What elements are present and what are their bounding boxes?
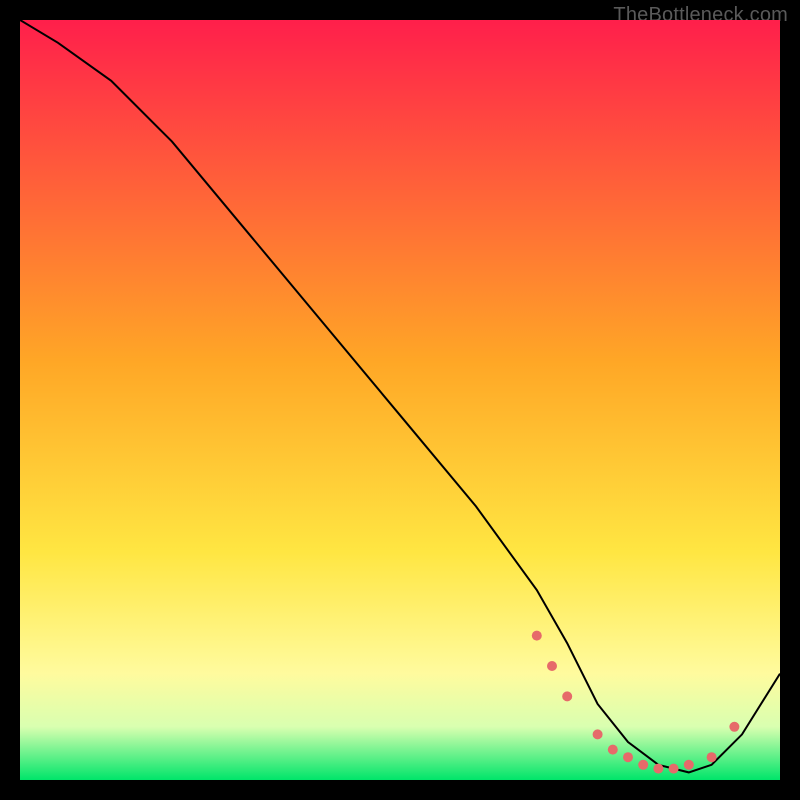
gradient-background: [20, 20, 780, 780]
highlight-point: [623, 752, 633, 762]
highlight-point: [729, 722, 739, 732]
highlight-point: [707, 752, 717, 762]
highlight-point: [684, 760, 694, 770]
chart-frame: TheBottleneck.com: [0, 0, 800, 800]
highlight-point: [638, 760, 648, 770]
highlight-point: [532, 631, 542, 641]
highlight-point: [608, 745, 618, 755]
highlight-point: [653, 764, 663, 774]
plot-svg: [20, 20, 780, 780]
plot-area: [20, 20, 780, 780]
highlight-point: [669, 764, 679, 774]
highlight-point: [547, 661, 557, 671]
highlight-point: [562, 691, 572, 701]
highlight-point: [593, 729, 603, 739]
